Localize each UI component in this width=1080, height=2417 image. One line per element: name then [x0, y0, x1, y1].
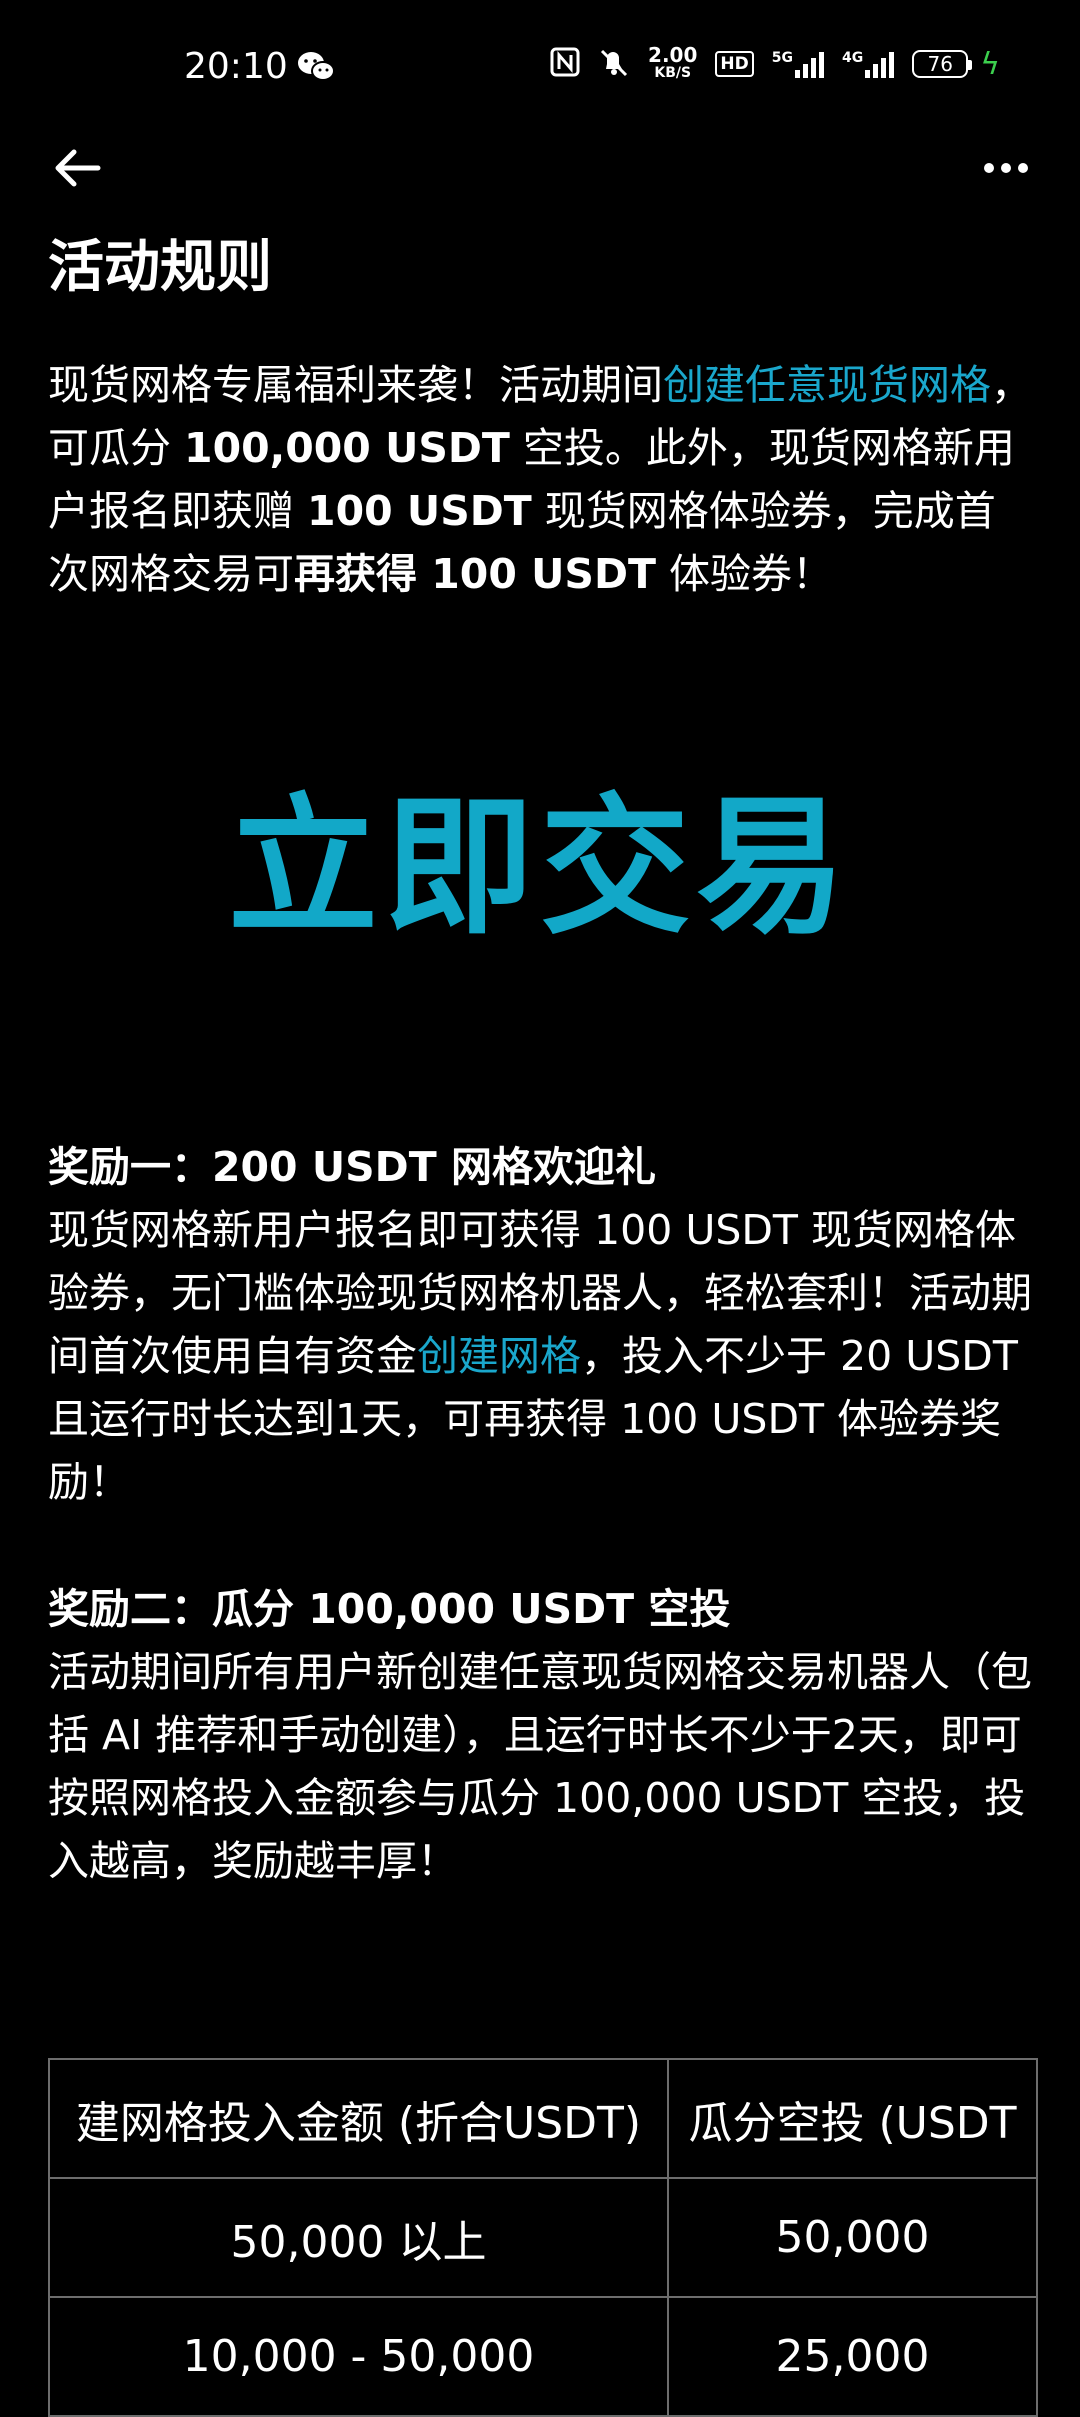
intro-paragraph: 现货网格专属福利来袭！活动期间创建任意现货网格，可瓜分 100,000 USDT… [48, 354, 1033, 606]
trade-now-button[interactable]: 立即交易 [0, 746, 1080, 963]
arrow-left-icon [55, 149, 101, 187]
net-label-5g: 5G [771, 50, 793, 66]
intro-text: 现货网格专属福利来袭！活动期间 [48, 361, 663, 409]
more-dot [1018, 163, 1028, 173]
mute-icon [598, 47, 630, 82]
battery-icon: 76 [912, 50, 973, 78]
page-title: 活动规则 [48, 235, 272, 300]
hd-badge: HD [715, 51, 754, 77]
signal-bars-icon [865, 50, 895, 78]
status-bar: 20:10 2.00 KB/S HD 5G 4G 76 ϟ [0, 0, 1080, 140]
signal-5g: 5G [772, 50, 824, 78]
signal-bars-icon [794, 50, 824, 78]
nfc-icon [550, 47, 580, 82]
table-row: 10,000 - 50,000 25,000 [48, 2296, 1038, 2417]
charging-icon: ϟ [980, 46, 1000, 82]
create-grid-link-2[interactable]: 创建网格 [417, 1332, 581, 1380]
reward-one-title: 200 USDT 网格欢迎礼 [212, 1143, 656, 1191]
battery-level: 76 [927, 52, 953, 76]
signal-4g: 4G [841, 50, 895, 78]
reward-two-section: 奖励二：瓜分 100,000 USDT 空投活动期间所有用户新创建任意现货网格交… [48, 1578, 1033, 1893]
more-dot [1001, 163, 1011, 173]
reward-two-title: 瓜分 100,000 USDT 空投 [212, 1585, 731, 1633]
table-cell-airdrop: 50,000 [667, 2177, 1038, 2298]
reward-one-section: 奖励一：200 USDT 网格欢迎礼 现货网格新用户报名即可获得 100 USDT… [48, 1136, 1033, 1514]
intro-text: 体验券！ [655, 550, 833, 598]
table-header-row: 建网格投入金额 (折合USDT) 瓜分空投 (USDT [48, 2058, 1038, 2179]
more-menu-button[interactable] [976, 150, 1036, 186]
reward-two-text: 活动期间所有用户新创建任意现货网格交易机器人（包括 AI 推荐和手动创建），且运… [48, 1648, 1032, 1885]
table-header-airdrop: 瓜分空投 (USDT [667, 2058, 1038, 2179]
speed-unit: KB/S [654, 65, 692, 81]
more-dots-icon [984, 163, 994, 173]
create-grid-link[interactable]: 创建任意现货网格 [663, 361, 991, 409]
intro-bold: 再获得 100 USDT [294, 550, 656, 598]
network-speed: 2.00 KB/S [648, 43, 698, 82]
reward-one-heading: 奖励一：200 USDT 网格欢迎礼 [48, 1136, 1033, 1199]
speed-value: 2.00 [648, 43, 698, 67]
airdrop-table: 建网格投入金额 (折合USDT) 瓜分空投 (USDT 50,000 以上 50… [48, 2058, 1038, 2417]
reward-one-prefix: 奖励一： [48, 1143, 212, 1191]
table-row: 50,000 以上 50,000 [48, 2177, 1038, 2298]
net-label-4g: 4G [841, 50, 864, 66]
wechat-icon [298, 52, 335, 81]
status-time: 20:10 [184, 46, 288, 87]
reward-two-prefix: 奖励二： [48, 1585, 212, 1633]
intro-bold: 100 USDT [307, 487, 532, 535]
table-cell-investment: 10,000 - 50,000 [48, 2296, 669, 2417]
status-icons: 2.00 KB/S HD 5G 4G 76 ϟ [550, 43, 1000, 82]
table-cell-airdrop: 25,000 [667, 2296, 1038, 2417]
reward-two-heading: 奖励二：瓜分 100,000 USDT 空投 [48, 1578, 1033, 1641]
back-button[interactable] [50, 146, 110, 190]
table-header-investment: 建网格投入金额 (折合USDT) [48, 2058, 669, 2179]
table-cell-investment: 50,000 以上 [48, 2177, 669, 2298]
intro-bold: 100,000 USDT [184, 424, 510, 472]
